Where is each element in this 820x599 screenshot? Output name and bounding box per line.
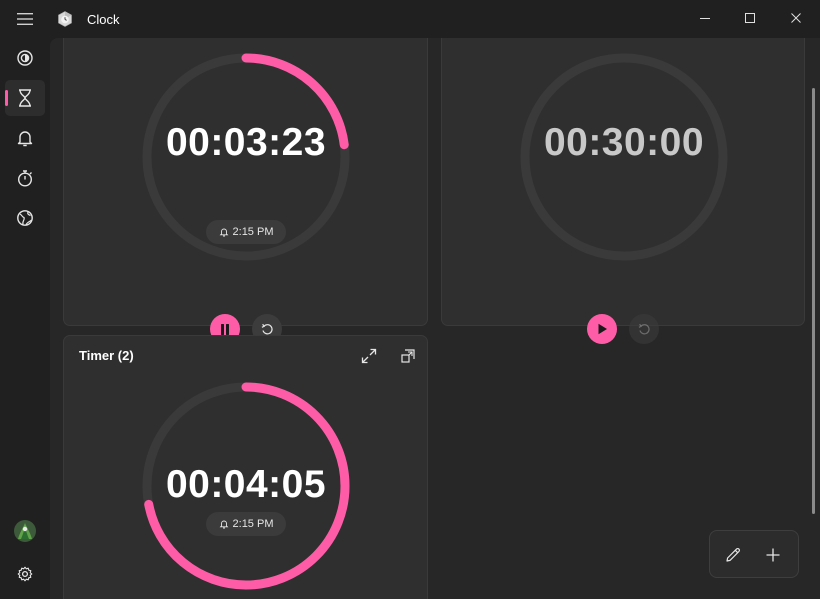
minimize-button[interactable] <box>682 0 728 36</box>
nav-world-clock[interactable] <box>5 200 45 236</box>
nav-selection-indicator <box>5 90 8 106</box>
world-clock-icon <box>17 210 33 226</box>
timer-3-time: 00:04:05 <box>165 463 327 506</box>
timer-card-2[interactable]: 00:30:00 <box>441 38 805 344</box>
window-title: Clock <box>87 12 120 27</box>
timer-card-1[interactable]: 00:03:23 2:15 PM <box>63 38 428 344</box>
nav-focus-sessions[interactable] <box>5 40 45 76</box>
settings-button[interactable] <box>5 556 45 592</box>
timer-2-reset-button[interactable] <box>629 314 659 344</box>
timer-3-alarm-badge: 2:15 PM <box>206 512 286 536</box>
add-timer-button[interactable] <box>758 540 788 570</box>
picture-in-picture-icon <box>401 349 415 363</box>
focus-sessions-icon <box>17 50 33 66</box>
title-bar: Clock <box>0 0 820 38</box>
timer-1-time: 00:03:23 <box>165 121 327 164</box>
navigation-rail <box>0 38 50 599</box>
menu-button[interactable] <box>10 4 40 34</box>
bell-icon <box>219 228 228 237</box>
timer-3-expand-button[interactable] <box>357 344 381 368</box>
nav-alarm[interactable] <box>5 120 45 156</box>
alarm-icon <box>17 131 33 147</box>
minimize-icon <box>700 18 710 19</box>
maximize-button[interactable] <box>727 0 773 36</box>
timer-3-alarm-time: 2:15 PM <box>232 518 274 530</box>
account-avatar-button[interactable] <box>5 513 45 549</box>
timer-actions-bar <box>709 530 799 578</box>
expand-icon <box>361 348 377 364</box>
pencil-icon <box>726 548 740 562</box>
close-button[interactable] <box>773 0 819 36</box>
stopwatch-icon <box>17 170 33 187</box>
timer-1-alarm-badge: 2:15 PM <box>206 220 286 244</box>
timer-3-title: Timer (2) <box>79 348 134 363</box>
hamburger-icon <box>17 13 33 25</box>
maximize-icon <box>745 13 755 23</box>
play-icon <box>598 323 607 335</box>
avatar <box>14 520 36 542</box>
nav-timer[interactable] <box>5 80 45 116</box>
bell-icon <box>219 520 228 529</box>
timer-card-3[interactable]: Timer (2) 00:04:05 2:15 PM <box>63 335 428 599</box>
timer-1-alarm-time: 2:15 PM <box>232 226 274 238</box>
nav-stopwatch[interactable] <box>5 160 45 196</box>
timer-2-start-button[interactable] <box>587 314 617 344</box>
timer-3-keep-on-top-button[interactable] <box>396 344 420 368</box>
timers-content: 00:03:23 2:15 PM 00:30:00 Timer (2) 00:0… <box>50 38 820 599</box>
pause-icon <box>221 323 229 335</box>
edit-timers-button[interactable] <box>718 540 748 570</box>
timer-2-time: 00:30:00 <box>543 121 705 164</box>
plus-icon <box>766 548 780 562</box>
reset-icon <box>261 323 273 334</box>
close-icon <box>791 13 801 23</box>
app-logo-icon <box>56 10 74 28</box>
gear-icon <box>17 566 33 582</box>
vertical-scrollbar[interactable] <box>812 88 815 514</box>
timer-icon <box>19 89 31 107</box>
reset-icon <box>638 323 650 334</box>
